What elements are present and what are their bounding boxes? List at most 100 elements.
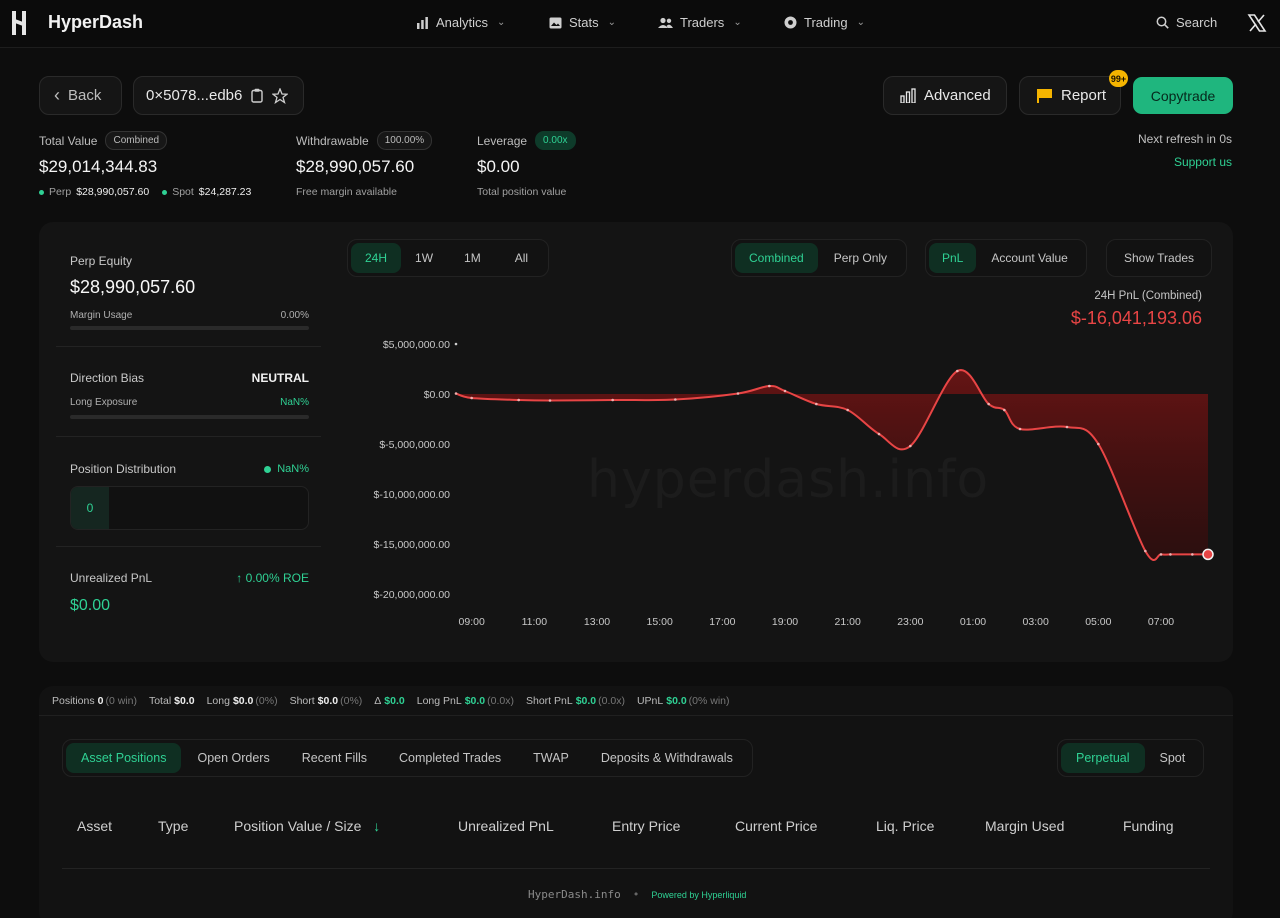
brand-name[interactable]: HyperDash xyxy=(48,12,143,33)
hyperdash-logo-icon[interactable] xyxy=(10,9,28,37)
y-tick-label: $0.00 xyxy=(424,389,450,401)
data-point xyxy=(956,369,959,373)
footer-site[interactable]: HyperDash.info xyxy=(528,888,621,901)
tab-spot[interactable]: Spot xyxy=(1145,743,1201,773)
search-button[interactable]: Search xyxy=(1156,15,1217,30)
range-1m[interactable]: 1M xyxy=(447,243,498,273)
show-trades-toggle[interactable]: Show Trades xyxy=(1106,239,1213,277)
x-tick-label: 23:00 xyxy=(897,616,923,628)
footer-powered[interactable]: Powered by Hyperliquid xyxy=(651,890,746,900)
summary-short: Short $0.0 (0%) xyxy=(289,695,363,707)
data-point xyxy=(548,399,552,402)
x-tick-label: 07:00 xyxy=(1148,616,1174,628)
data-point xyxy=(611,398,614,402)
col-unrealized-pnl[interactable]: Unrealized PnL xyxy=(458,818,554,834)
long-exposure-bar xyxy=(70,415,309,419)
data-point xyxy=(470,396,473,400)
star-icon[interactable] xyxy=(272,87,289,104)
nav-stats[interactable]: Stats ⌄ xyxy=(549,15,616,30)
wallet-address: 0×5078...edb6 xyxy=(146,87,243,104)
margin-usage-value: 0.00% xyxy=(280,310,309,321)
nav-trading[interactable]: Trading ⌄ xyxy=(784,15,865,30)
users-icon xyxy=(658,17,673,28)
tab-perpetual[interactable]: Perpetual xyxy=(1061,743,1145,773)
x-social-icon[interactable] xyxy=(1247,13,1267,33)
range-all[interactable]: All xyxy=(498,243,545,273)
current-value-marker[interactable] xyxy=(1202,548,1214,561)
copytrade-button[interactable]: Copytrade xyxy=(1133,77,1233,114)
metric-pnl[interactable]: PnL xyxy=(929,243,977,273)
unrealized-value: $0.00 xyxy=(70,597,111,614)
range-selector: 24H 1W 1M All xyxy=(347,239,550,277)
data-point xyxy=(1003,408,1006,412)
unrealized-label: Unrealized PnL xyxy=(70,571,153,585)
divider xyxy=(39,715,1233,716)
chevron-down-icon: ⌄ xyxy=(733,17,742,28)
col-position-value[interactable]: Position Value / Size ↓ xyxy=(234,818,380,834)
data-point xyxy=(454,392,458,395)
pnl-chart[interactable]: $5,000,000.00 $0.00 $-5,000,000.00 $-10,000… xyxy=(340,320,1220,640)
leverage-tag: 0.00x xyxy=(535,131,576,150)
y-tick-label: $5,000,000.00 xyxy=(383,339,450,351)
address-pill[interactable]: 0×5078...edb6 xyxy=(133,76,304,115)
withdrawable-label: Withdrawable xyxy=(296,133,369,148)
long-exposure-row: Long Exposure NaN% xyxy=(70,397,309,408)
x-tick-label: 09:00 xyxy=(459,616,485,628)
mode-perp-only[interactable]: Perp Only xyxy=(818,243,903,273)
tab-deposits-withdrawals[interactable]: Deposits & Withdrawals xyxy=(585,743,749,773)
y-tick-label: $-5,000,000.00 xyxy=(379,439,450,451)
col-liq-price[interactable]: Liq. Price xyxy=(876,818,934,834)
range-1w[interactable]: 1W xyxy=(401,243,447,273)
refresh-status: Next refresh in 0s xyxy=(1137,132,1232,146)
tab-recent-fills[interactable]: Recent Fills xyxy=(286,743,383,773)
long-exposure-value: NaN% xyxy=(280,397,309,408)
col-funding[interactable]: Funding xyxy=(1123,818,1174,834)
range-24h[interactable]: 24H xyxy=(351,243,402,273)
nav-traders[interactable]: Traders ⌄ xyxy=(658,15,742,30)
roe-value: 0.00% ROE xyxy=(245,571,309,585)
col-current-price[interactable]: Current Price xyxy=(735,818,817,834)
position-dist-label: Position Distribution xyxy=(70,462,177,476)
tab-twap[interactable]: TWAP xyxy=(517,743,585,773)
tab-completed-trades[interactable]: Completed Trades xyxy=(383,743,517,773)
position-dist-box: 0 xyxy=(70,486,309,530)
tab-open-orders[interactable]: Open Orders xyxy=(181,743,285,773)
flag-icon xyxy=(1037,89,1052,103)
divider xyxy=(56,436,321,437)
report-button[interactable]: Report xyxy=(1019,76,1121,115)
data-point xyxy=(909,444,912,448)
axis-marker-dot xyxy=(454,342,458,346)
support-link[interactable]: Support us xyxy=(1174,155,1232,169)
metric-account-value[interactable]: Account Value xyxy=(976,243,1083,273)
x-tick-label: 05:00 xyxy=(1085,616,1111,628)
data-point xyxy=(674,398,677,401)
position-dist-value: NaN% xyxy=(277,463,309,475)
chevron-down-icon: ⌄ xyxy=(856,17,865,28)
withdrawable-value: $28,990,057.60 xyxy=(296,157,415,176)
leverage-header: Leverage 0.00x xyxy=(477,131,576,150)
x-tick-label: 21:00 xyxy=(835,616,861,628)
y-tick-label: $-15,000,000.00 xyxy=(374,539,451,551)
nav-analytics-label: Analytics xyxy=(436,15,489,30)
report-label: Report xyxy=(1061,87,1107,104)
x-tick-label: 01:00 xyxy=(960,616,986,628)
image-icon xyxy=(549,17,562,28)
direction-bias-label: Direction Bias xyxy=(70,371,145,385)
col-entry-price[interactable]: Entry Price xyxy=(612,818,680,834)
copy-icon[interactable] xyxy=(250,88,264,103)
col-margin-used[interactable]: Margin Used xyxy=(985,818,1064,834)
advanced-label: Advanced xyxy=(924,87,991,104)
col-type[interactable]: Type xyxy=(158,818,188,834)
col-asset[interactable]: Asset xyxy=(77,818,112,834)
divider xyxy=(56,546,321,547)
summary-long: Long $0.0 (0%) xyxy=(206,695,278,707)
total-value-header: Total Value Combined xyxy=(39,131,168,150)
nav-analytics[interactable]: Analytics ⌄ xyxy=(416,15,505,30)
mode-combined[interactable]: Combined xyxy=(735,243,818,273)
divider xyxy=(62,868,1210,869)
positions-summary: Positions 0 (0 win) Total $0.0 Long $0.0 (0%)… xyxy=(52,695,730,707)
back-button[interactable]: ‹ Back xyxy=(39,76,122,115)
advanced-button[interactable]: Advanced xyxy=(883,76,1007,115)
spot-dot-icon xyxy=(162,189,168,195)
tab-asset-positions[interactable]: Asset Positions xyxy=(66,743,182,773)
